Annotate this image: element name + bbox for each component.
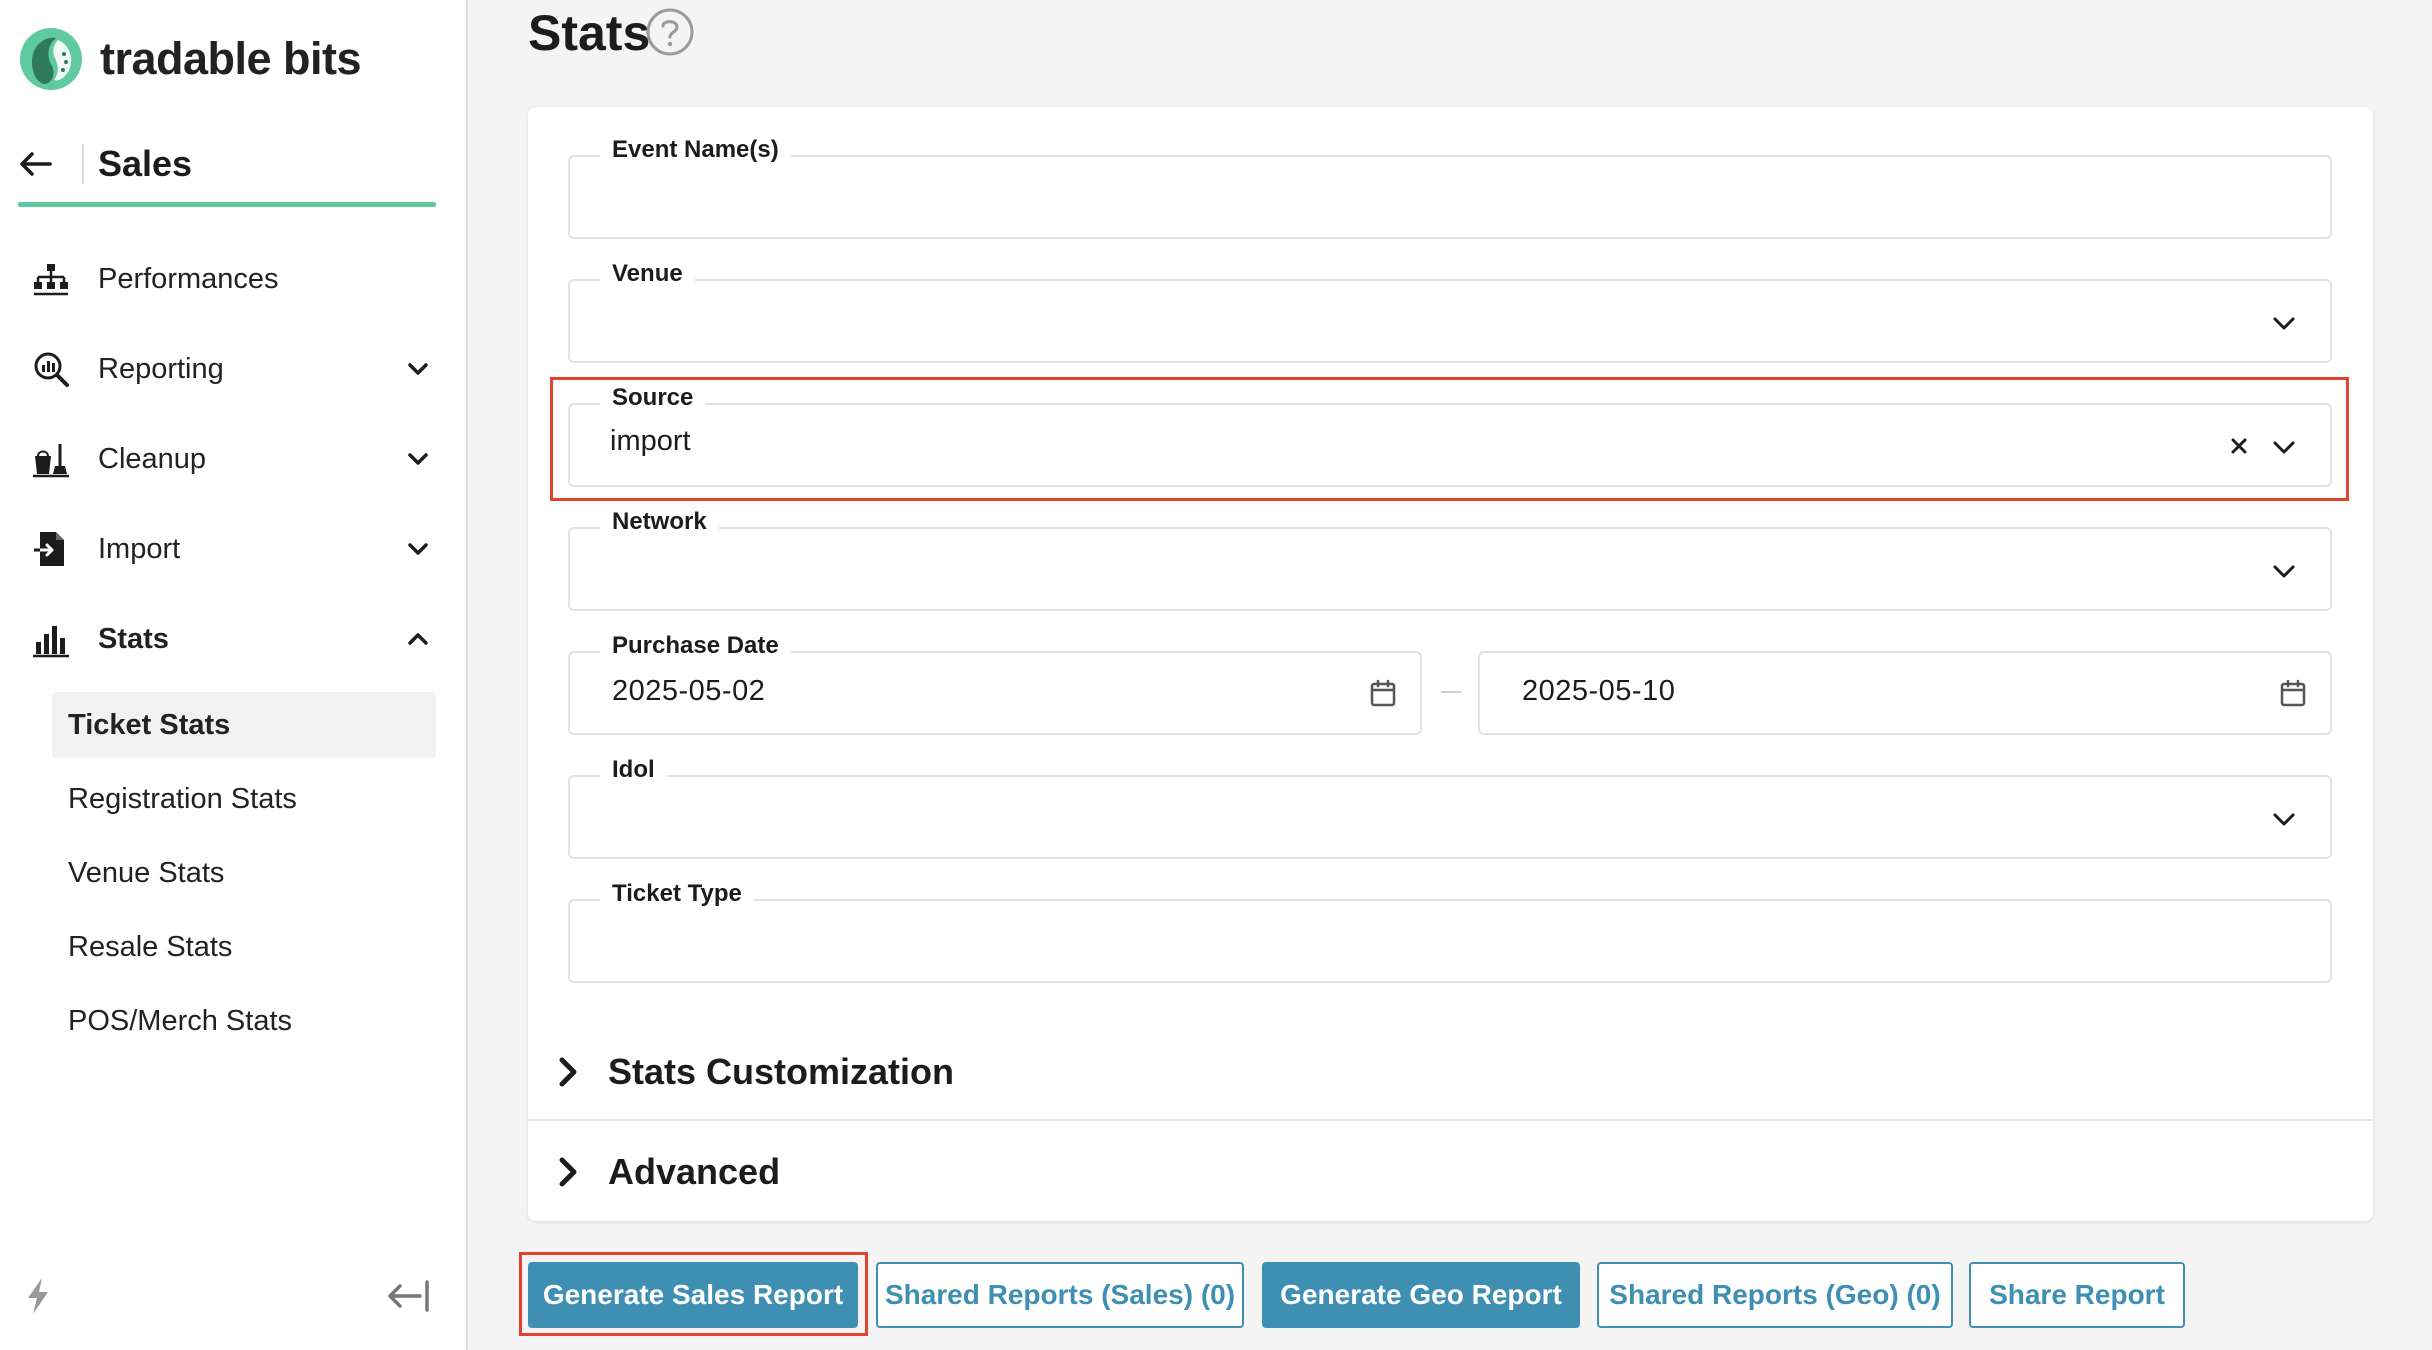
file-import-icon bbox=[32, 532, 64, 566]
sidebar-subitem-label: Resale Stats bbox=[68, 930, 233, 963]
sidebar-subitem-pos-merch-stats[interactable]: POS/Merch Stats bbox=[52, 988, 436, 1054]
purchase-date-start-value: 2025-05-02 bbox=[612, 675, 766, 707]
broom-bucket-icon bbox=[33, 444, 69, 478]
sidebar-subitem-venue-stats[interactable]: Venue Stats bbox=[52, 840, 436, 906]
chevron-right-icon bbox=[559, 1057, 577, 1087]
sidebar-subitem-registration-stats[interactable]: Registration Stats bbox=[52, 766, 436, 832]
sidebar-item-import[interactable]: Import bbox=[32, 519, 432, 579]
shared-reports-sales-button[interactable]: Shared Reports (Sales) (0) bbox=[876, 1262, 1244, 1328]
purchase-date-end[interactable]: 2025-05-10 bbox=[1478, 651, 2332, 735]
event-names-label: Event Name(s) bbox=[600, 135, 791, 165]
shared-reports-geo-button[interactable]: Shared Reports (Geo) (0) bbox=[1597, 1262, 1953, 1328]
purchase-date-label: Purchase Date bbox=[600, 631, 791, 661]
ticket-type-label: Ticket Type bbox=[600, 879, 754, 909]
brand-logo[interactable]: tradable bits bbox=[18, 26, 362, 92]
question-circle-icon[interactable] bbox=[644, 6, 696, 58]
date-range-separator bbox=[1441, 691, 1461, 693]
event-names-field[interactable]: Event Name(s) bbox=[568, 135, 2332, 239]
chevron-down-icon[interactable] bbox=[404, 535, 432, 563]
sidebar-subitem-ticket-stats[interactable]: Ticket Stats bbox=[52, 692, 436, 758]
bar-chart-icon bbox=[33, 626, 69, 658]
sidebar-item-label: Import bbox=[98, 532, 181, 565]
calendar-icon[interactable] bbox=[1370, 679, 1396, 707]
idol-label: Idol bbox=[600, 755, 667, 785]
source-select[interactable]: Source import bbox=[568, 383, 2332, 487]
sidebar-subitem-label: Ticket Stats bbox=[68, 708, 231, 741]
source-value: import bbox=[610, 425, 691, 457]
chevron-down-icon[interactable] bbox=[2272, 313, 2296, 333]
back-arrow-icon[interactable] bbox=[18, 151, 54, 177]
chevron-down-icon[interactable] bbox=[2272, 561, 2296, 581]
sidebar: tradable bits Sales Performances Reporti… bbox=[0, 0, 468, 1350]
brand-name: tradable bits bbox=[100, 33, 362, 84]
magnifier-chart-icon bbox=[34, 352, 69, 387]
sidebar-subitem-resale-stats[interactable]: Resale Stats bbox=[52, 914, 436, 980]
calendar-icon[interactable] bbox=[2280, 679, 2306, 707]
sidebar-item-cleanup[interactable]: Cleanup bbox=[32, 429, 432, 489]
section-underline bbox=[18, 202, 436, 207]
sidebar-item-stats[interactable]: Stats bbox=[32, 609, 432, 669]
sidebar-item-label: Cleanup bbox=[98, 442, 207, 475]
chevron-up-icon[interactable] bbox=[404, 625, 432, 653]
purchase-date-end-value: 2025-05-10 bbox=[1522, 675, 1676, 707]
section-title: Sales bbox=[98, 143, 193, 184]
tradable-bits-logo-icon bbox=[20, 28, 82, 90]
filter-card: Event Name(s) Venue Source import Networ… bbox=[528, 107, 2373, 1221]
advanced-label: Advanced bbox=[608, 1151, 781, 1192]
sidebar-item-reporting[interactable]: Reporting bbox=[32, 339, 432, 399]
sidebar-subitem-label: Venue Stats bbox=[68, 856, 225, 889]
page-title: Stats bbox=[528, 5, 651, 61]
generate-geo-report-button[interactable]: Generate Geo Report bbox=[1262, 1262, 1580, 1328]
sitemap-icon bbox=[34, 264, 68, 296]
clear-icon[interactable] bbox=[2230, 437, 2248, 455]
venue-label: Venue bbox=[600, 259, 695, 289]
chevron-down-icon[interactable] bbox=[2272, 809, 2296, 829]
lightning-bolt-icon[interactable] bbox=[24, 1276, 52, 1316]
divider bbox=[528, 1119, 2373, 1121]
divider bbox=[82, 144, 84, 184]
advanced-accordion[interactable]: Advanced bbox=[556, 1127, 2346, 1217]
share-report-button[interactable]: Share Report bbox=[1969, 1262, 2185, 1328]
ticket-type-field[interactable]: Ticket Type bbox=[568, 879, 2332, 983]
collapse-sidebar-icon[interactable] bbox=[386, 1276, 432, 1316]
purchase-date-start[interactable]: Purchase Date 2025-05-02 bbox=[568, 631, 1422, 735]
sidebar-item-performances[interactable]: Performances bbox=[32, 249, 432, 309]
sidebar-subitem-label: POS/Merch Stats bbox=[68, 1004, 293, 1037]
chevron-down-icon[interactable] bbox=[404, 445, 432, 473]
chevron-down-icon[interactable] bbox=[2272, 437, 2296, 457]
stats-customization-accordion[interactable]: Stats Customization bbox=[556, 1027, 2346, 1117]
network-select[interactable]: Network bbox=[568, 507, 2332, 611]
source-label: Source bbox=[600, 383, 706, 413]
idol-select[interactable]: Idol bbox=[568, 755, 2332, 859]
sidebar-subitem-label: Registration Stats bbox=[68, 782, 297, 815]
stats-customization-label: Stats Customization bbox=[608, 1051, 955, 1092]
chevron-right-icon bbox=[559, 1157, 577, 1187]
sidebar-item-label: Reporting bbox=[98, 352, 224, 385]
sidebar-item-label: Performances bbox=[98, 262, 279, 295]
network-label: Network bbox=[600, 507, 719, 537]
sidebar-header: Sales bbox=[18, 126, 436, 202]
generate-sales-report-button[interactable]: Generate Sales Report bbox=[528, 1262, 858, 1328]
venue-select[interactable]: Venue bbox=[568, 259, 2332, 363]
chevron-down-icon[interactable] bbox=[404, 355, 432, 383]
sidebar-item-label: Stats bbox=[98, 622, 169, 655]
